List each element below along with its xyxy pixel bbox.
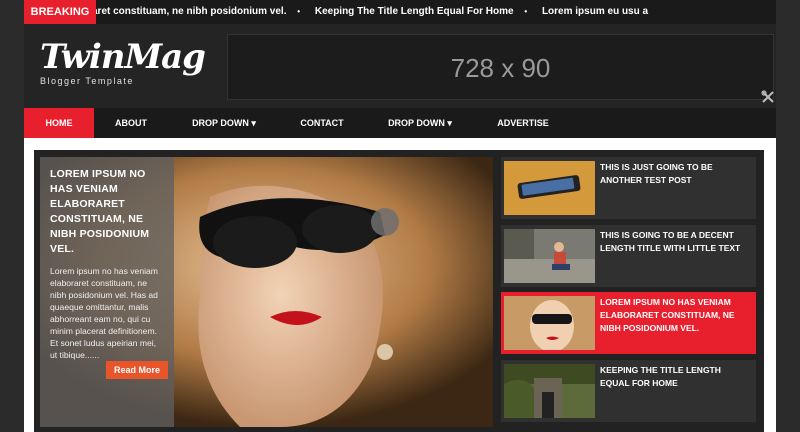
side-post-thumbnail[interactable] [504, 229, 595, 283]
ticker-separator: • [524, 7, 528, 16]
logo-subtitle: Blogger Template [40, 76, 134, 86]
side-post-thumbnail[interactable] [504, 364, 595, 418]
side-post-title[interactable]: THIS IS GOING TO BE A DECENT LENGTH TITL… [600, 229, 752, 255]
nav-advertise[interactable]: ADVERTISE [488, 108, 558, 138]
wrench-screwdriver-icon[interactable] [761, 90, 775, 104]
site-logo[interactable]: TwinMag Blogger Template [40, 37, 206, 86]
side-post-title[interactable]: LOREM IPSUM NO HAS VENIAM ELABORARET CON… [600, 296, 752, 335]
nav-dropdown-2[interactable]: DROP DOWN ▾ [377, 108, 463, 138]
featured-caption-panel: LOREM IPSUM NO HAS VENIAM ELABORARET CON… [40, 157, 174, 427]
logo-title: TwinMag [40, 37, 206, 77]
nav-home[interactable]: HOME [24, 108, 94, 138]
ad-size-label: 728 x 90 [450, 53, 551, 83]
ticker-separator: • [297, 7, 301, 16]
ruins-thumbnail-image [504, 364, 595, 418]
woman-thumbnail-image [504, 296, 595, 350]
side-post-title[interactable]: KEEPING THE TITLE LENGTH EQUAL FOR HOME [600, 364, 752, 390]
breaking-news-bar: BREAKING oraret constituam, ne nibh posi… [24, 0, 776, 24]
phone-thumbnail-image [504, 161, 595, 215]
news-ticker: oraret constituam, ne nibh posidonium ve… [82, 0, 656, 24]
nav-about[interactable]: ABOUT [104, 108, 158, 138]
ticker-link-1[interactable]: oraret constituam, ne nibh posidonium ve… [82, 0, 286, 24]
street-thumbnail-image [504, 229, 595, 283]
breaking-label: BREAKING [24, 0, 96, 24]
site-header: TwinMag Blogger Template 728 x 90 [24, 24, 776, 108]
side-post[interactable]: THIS IS GOING TO BE A DECENT LENGTH TITL… [501, 225, 756, 287]
side-post[interactable]: THIS IS JUST GOING TO BE ANOTHER TEST PO… [501, 157, 756, 219]
nav-contact[interactable]: CONTACT [292, 108, 352, 138]
ad-banner[interactable]: 728 x 90 [227, 34, 774, 100]
side-post-thumbnail[interactable] [504, 161, 595, 215]
side-post[interactable]: KEEPING THE TITLE LENGTH EQUAL FOR HOME [501, 360, 756, 422]
featured-excerpt: Lorem ipsum no has veniam elaboraret con… [50, 266, 158, 360]
side-post-active[interactable]: LOREM IPSUM NO HAS VENIAM ELABORARET CON… [501, 292, 756, 354]
featured-slide[interactable]: LOREM IPSUM NO HAS VENIAM ELABORARET CON… [40, 157, 493, 427]
side-post-title[interactable]: THIS IS JUST GOING TO BE ANOTHER TEST PO… [600, 161, 752, 187]
ticker-link-3[interactable]: Lorem ipsum eu usu a [542, 0, 648, 24]
main-navigation: HOME ABOUT DROP DOWN ▾ CONTACT DROP DOWN… [24, 108, 776, 138]
featured-title[interactable]: LOREM IPSUM NO HAS VENIAM ELABORARET CON… [50, 167, 164, 257]
nav-dropdown-1[interactable]: DROP DOWN ▾ [181, 108, 267, 138]
read-more-button[interactable]: Read More [106, 361, 168, 379]
ticker-link-2[interactable]: Keeping The Title Length Equal For Home [315, 0, 514, 24]
side-post-thumbnail[interactable] [504, 296, 595, 350]
